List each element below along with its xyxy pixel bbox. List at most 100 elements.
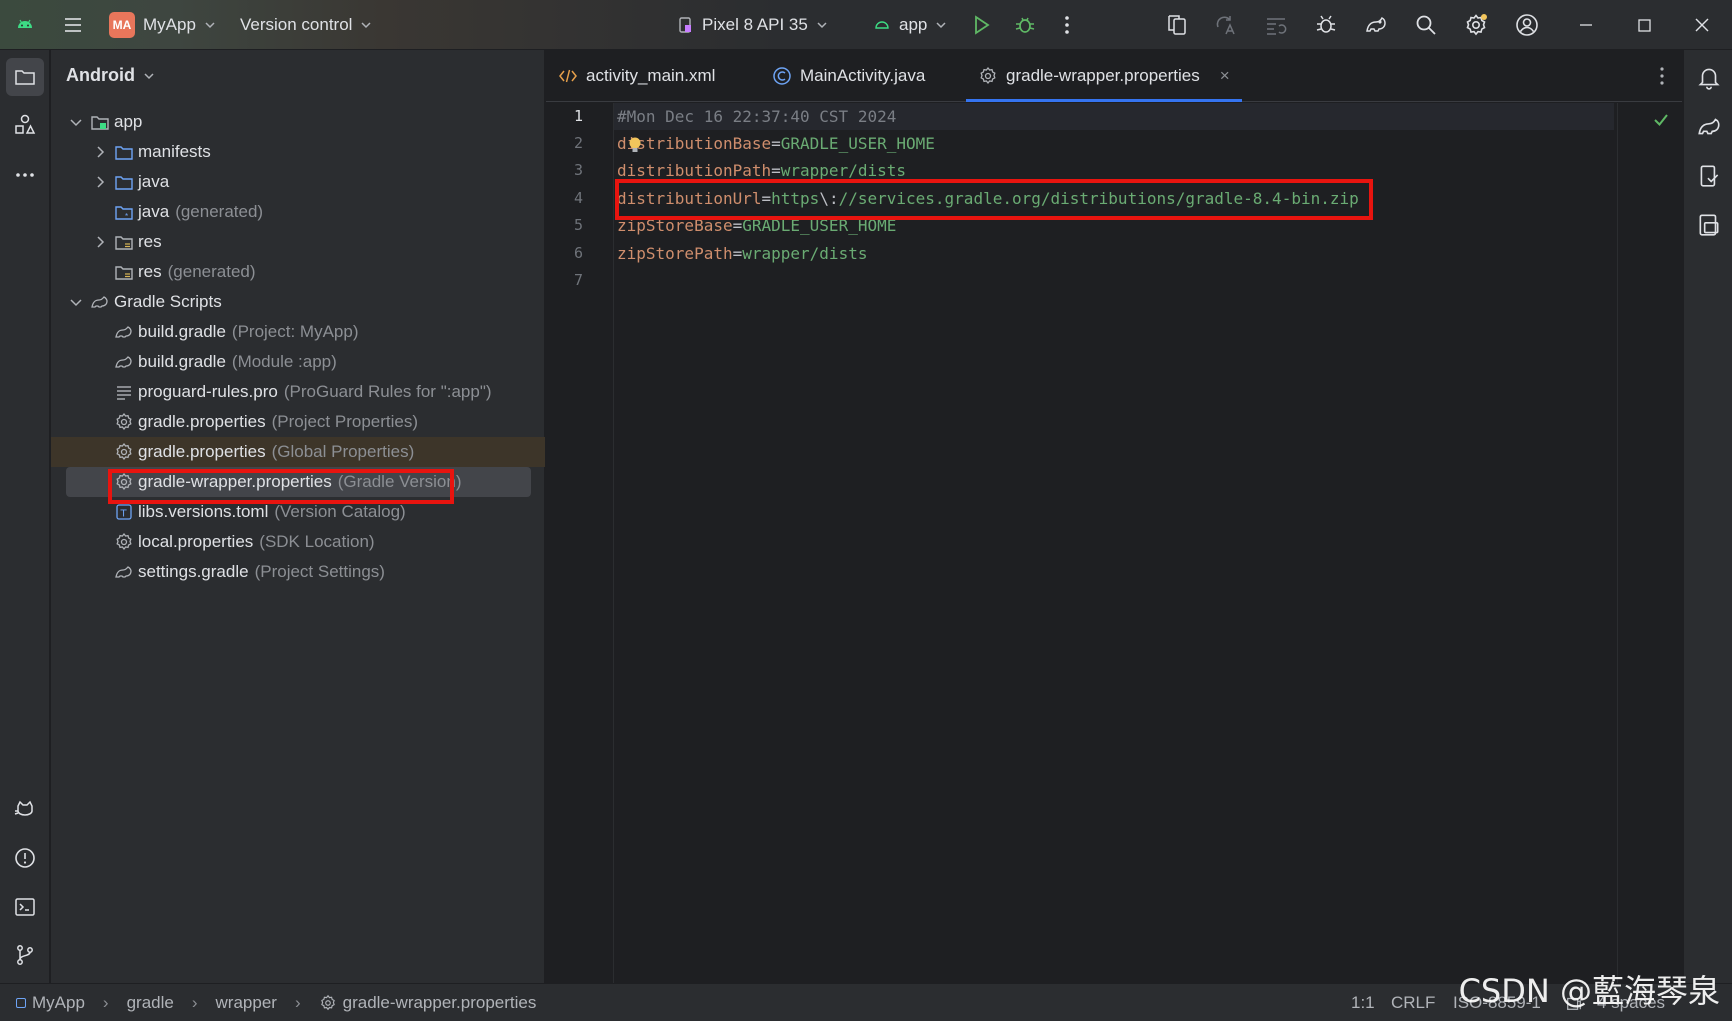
- attach-debugger-icon[interactable]: [1313, 12, 1339, 38]
- tree-item-hint: (Project Properties): [271, 412, 419, 431]
- more-tools-button[interactable]: [6, 156, 44, 194]
- java-class-icon: [773, 67, 791, 85]
- gradle-sync-icon[interactable]: [1363, 12, 1389, 38]
- logcat-button[interactable]: [6, 790, 44, 828]
- project-tool-button[interactable]: [6, 58, 44, 96]
- title-bar: MA MyApp Version control Pixel 8 API 35 …: [0, 0, 1732, 50]
- tab-activity-main-xml[interactable]: activity_main.xml: [546, 50, 727, 102]
- tree-item-label: settings.gradle: [138, 562, 249, 581]
- tree-item-proguard-rules[interactable]: proguard-rules.pro (ProGuard Rules for "…: [51, 377, 545, 407]
- project-panel: Android app manifests java * java (gener…: [51, 50, 545, 983]
- project-view-selector[interactable]: Android: [66, 65, 155, 86]
- editor-scroll-stripe: [1617, 103, 1618, 983]
- tree-item-java[interactable]: java: [51, 167, 545, 197]
- running-devices-tool-icon[interactable]: [1696, 212, 1722, 238]
- chevron-right-icon: ›: [294, 992, 301, 1012]
- caret-position[interactable]: 1:1: [1351, 984, 1375, 1021]
- git-button[interactable]: [6, 936, 44, 974]
- line-number: 7: [573, 271, 583, 289]
- tree-item-gradle-scripts[interactable]: Gradle Scripts: [51, 287, 545, 317]
- breadcrumb-item[interactable]: MyApp: [32, 993, 85, 1013]
- apply-code-changes-icon[interactable]: [1263, 12, 1289, 38]
- equals-token: =: [771, 134, 781, 153]
- tree-item-res[interactable]: res: [51, 227, 545, 257]
- close-tab-icon[interactable]: ×: [1220, 66, 1230, 86]
- terminal-button[interactable]: [6, 888, 44, 926]
- xml-file-icon: [559, 69, 577, 83]
- breadcrumb-item[interactable]: wrapper: [216, 993, 277, 1013]
- maximize-window-icon[interactable]: [1631, 12, 1657, 38]
- run-config-selector[interactable]: app: [873, 0, 947, 50]
- intention-bulb-icon[interactable]: [628, 136, 642, 154]
- tab-options-icon[interactable]: [1650, 64, 1674, 88]
- search-icon[interactable]: [1413, 12, 1439, 38]
- tree-item-gradle-properties-global[interactable]: gradle.properties (Global Properties): [51, 437, 545, 467]
- tree-item-label: res: [138, 262, 162, 281]
- account-icon[interactable]: [1514, 12, 1540, 38]
- device-manager-tool-icon[interactable]: [1696, 163, 1722, 189]
- tree-item-local-properties[interactable]: local.properties (SDK Location): [51, 527, 545, 557]
- project-selector[interactable]: MA MyApp: [109, 0, 216, 50]
- breadcrumb-item[interactable]: gradle-wrapper.properties: [343, 993, 537, 1013]
- tree-item-label: Gradle Scripts: [114, 292, 222, 311]
- resource-manager-button[interactable]: [6, 106, 44, 144]
- chevron-down-icon: [205, 22, 215, 29]
- project-name: MyApp: [143, 15, 196, 34]
- tree-item-build-gradle-project[interactable]: build.gradle (Project: MyApp): [51, 317, 545, 347]
- close-window-icon[interactable]: [1689, 12, 1715, 38]
- tree-item-res-generated[interactable]: res (generated): [51, 257, 545, 287]
- git-branch-icon: [17, 945, 33, 965]
- version-control-menu[interactable]: Version control: [240, 0, 372, 50]
- line-number: 6: [573, 244, 583, 262]
- tree-item-label: manifests: [138, 142, 211, 161]
- apply-changes-icon[interactable]: [1213, 12, 1239, 38]
- breadcrumb-item[interactable]: gradle: [127, 993, 174, 1013]
- chevron-right-icon: [97, 236, 105, 248]
- code-editor[interactable]: 1 2 3 4 5 6 7 #Mon Dec 16 22:37:40 CST 2…: [546, 103, 1682, 983]
- code-line-3: distributionPath=wrapper/dists: [617, 161, 906, 180]
- svg-text:T: T: [120, 509, 128, 520]
- tree-item-gradle-properties-project[interactable]: gradle.properties (Project Properties): [51, 407, 545, 437]
- tree-item-app[interactable]: app: [51, 107, 545, 137]
- tree-item-settings-gradle[interactable]: settings.gradle (Project Settings): [51, 557, 545, 587]
- chevron-down-icon: [817, 22, 827, 29]
- folder-icon: [115, 176, 133, 190]
- main-menu-icon[interactable]: [60, 12, 86, 38]
- minimize-window-icon[interactable]: [1573, 12, 1599, 38]
- tree-item-hint: (Module :app): [231, 352, 337, 371]
- toml-file-icon: T: [116, 504, 132, 520]
- line-number: 4: [573, 189, 583, 207]
- gradle-tool-icon[interactable]: [1696, 114, 1722, 140]
- tab-mainactivity-java[interactable]: MainActivity.java: [760, 50, 937, 102]
- svg-text:*: *: [125, 212, 128, 221]
- tree-item-build-gradle-module[interactable]: build.gradle (Module :app): [51, 347, 545, 377]
- line-separator[interactable]: CRLF: [1391, 984, 1435, 1021]
- device-phone-icon: [679, 17, 691, 33]
- tree-item-java-generated[interactable]: * java (generated): [51, 197, 545, 227]
- problems-button[interactable]: [6, 839, 44, 877]
- property-value: GRADLE_USER_HOME: [780, 134, 935, 153]
- tree-item-manifests[interactable]: manifests: [51, 137, 545, 167]
- run-icon[interactable]: [968, 12, 994, 38]
- settings-gear-icon[interactable]: [1463, 12, 1489, 38]
- comment-token: #Mon Dec 16 22:37:40 CST 2024: [617, 107, 897, 126]
- tab-label: MainActivity.java: [800, 66, 926, 85]
- code-line-2: distributionBase=GRADLE_USER_HOME: [617, 134, 935, 153]
- device-manager-icon[interactable]: [1164, 12, 1190, 38]
- generated-folder-icon: *: [115, 206, 133, 221]
- tree-item-label: app: [114, 112, 143, 131]
- android-logo-icon: [12, 12, 38, 38]
- tab-gradle-wrapper-properties[interactable]: gradle-wrapper.properties ×: [966, 50, 1242, 102]
- property-key: zipStorePath: [617, 244, 733, 263]
- more-actions-icon[interactable]: [1054, 12, 1080, 38]
- debug-icon[interactable]: [1012, 12, 1038, 38]
- highlight-box-distribution-url: [615, 179, 1373, 220]
- properties-gear-icon: [320, 994, 335, 1010]
- device-selector[interactable]: Pixel 8 API 35: [676, 0, 828, 50]
- tree-item-label: local.properties: [138, 532, 254, 551]
- notifications-bell-icon[interactable]: [1696, 64, 1722, 90]
- module-folder-icon: [91, 116, 109, 130]
- tree-item-hint: (Version Catalog): [274, 502, 406, 521]
- properties-gear-icon: [116, 442, 132, 461]
- no-problems-check-icon[interactable]: [1652, 111, 1670, 129]
